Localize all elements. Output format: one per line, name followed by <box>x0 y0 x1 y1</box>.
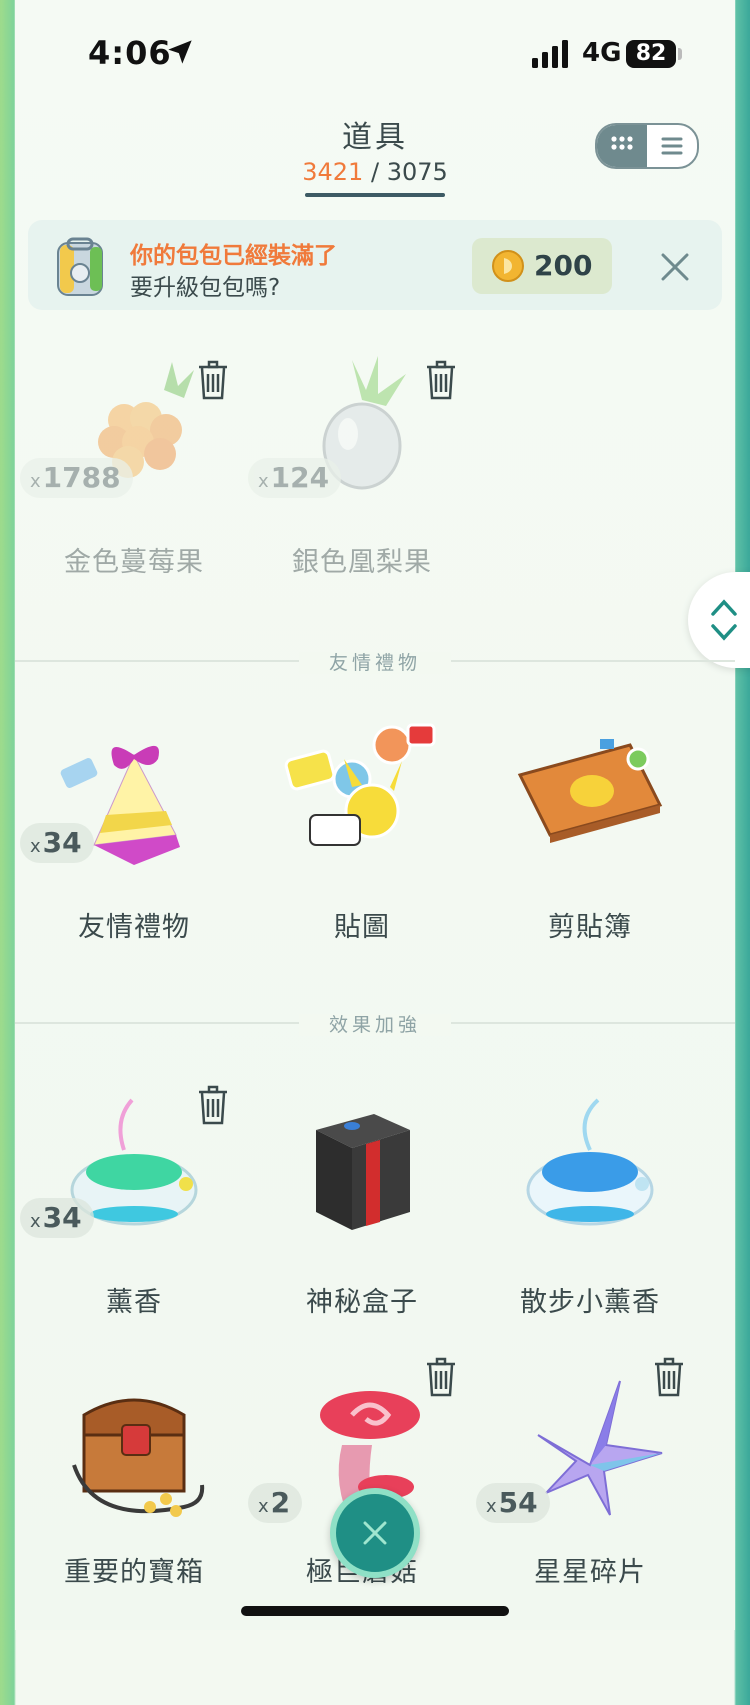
item-stickers[interactable]: 貼圖 <box>248 715 476 1045</box>
section-label-friendship: 友情禮物 <box>0 648 750 675</box>
stickers-icon <box>284 723 436 846</box>
status-bar: 4:06 4G 82 <box>0 0 750 110</box>
battery-indicator: 82 <box>626 40 676 68</box>
item-name: 友情禮物 <box>78 912 190 943</box>
item-count-max: 3075 <box>386 158 448 186</box>
trash-icon[interactable] <box>424 360 458 400</box>
treasure-chest-icon <box>72 1398 205 1517</box>
item-name: 散步小薰香 <box>520 1287 660 1318</box>
item-count-badge: x34 <box>20 1198 94 1238</box>
banner-subtitle: 要升級包包嗎? <box>130 275 281 301</box>
section-label-boosts: 效果加強 <box>0 1010 750 1037</box>
item-name: 剪貼簿 <box>548 912 632 943</box>
pokecoin-icon <box>492 250 524 282</box>
item-scrapbook[interactable]: 剪貼簿 <box>476 715 704 1045</box>
item-count-badge: x54 <box>476 1483 550 1523</box>
item-count-badge: x124 <box>248 458 342 498</box>
item-star-piece[interactable]: x54 星星碎片 <box>476 1375 704 1705</box>
trash-icon[interactable] <box>196 1085 230 1125</box>
item-incense[interactable]: x34 薰香 <box>20 1090 248 1420</box>
list-icon <box>661 137 683 155</box>
tab-underline <box>305 193 445 197</box>
close-icon[interactable] <box>658 250 692 284</box>
backpack-icon <box>57 237 103 296</box>
location-arrow-icon <box>168 40 192 64</box>
list-view-button[interactable] <box>647 125 697 167</box>
grid-view-button[interactable] <box>597 125 647 167</box>
close-inventory-button[interactable] <box>330 1488 420 1578</box>
network-type: 4G <box>582 38 622 68</box>
item-name: 貼圖 <box>334 912 390 943</box>
status-time: 4:06 <box>88 34 172 72</box>
grid-icon <box>611 136 633 150</box>
chevron-up-down-icon <box>711 599 737 641</box>
item-name: 銀色凰梨果 <box>292 547 432 578</box>
item-name: 金色蔓莓果 <box>64 547 204 578</box>
view-toggle <box>595 123 699 169</box>
item-name: 星星碎片 <box>534 1557 646 1588</box>
close-icon <box>363 1521 387 1545</box>
item-gift[interactable]: x34 友情禮物 <box>20 715 248 1045</box>
banner-title: 你的包包已經裝滿了 <box>130 243 337 269</box>
battery-nub <box>678 48 682 60</box>
item-name: 重要的寶箱 <box>64 1557 204 1588</box>
home-indicator <box>241 1606 509 1616</box>
cellular-signal-icon <box>532 40 568 68</box>
item-treasure-chest[interactable]: 重要的寶箱 <box>20 1375 248 1705</box>
item-count-current: 3421 <box>302 158 364 186</box>
mystery-box-icon <box>316 1114 410 1230</box>
item-name: 神秘盒子 <box>306 1287 418 1318</box>
item-count-badge: x2 <box>248 1483 303 1523</box>
trash-icon[interactable] <box>424 1357 458 1397</box>
item-count-badge: x1788 <box>20 458 133 498</box>
item-name: 薰香 <box>106 1287 162 1318</box>
daily-adventure-incense-icon <box>526 1098 654 1226</box>
trash-icon[interactable] <box>196 360 230 400</box>
upgrade-price: 200 <box>534 249 593 282</box>
item-count-badge: x34 <box>20 823 94 863</box>
trash-icon[interactable] <box>652 1357 686 1397</box>
item-count-separator: / <box>370 158 380 186</box>
scrapbook-icon <box>517 739 663 843</box>
